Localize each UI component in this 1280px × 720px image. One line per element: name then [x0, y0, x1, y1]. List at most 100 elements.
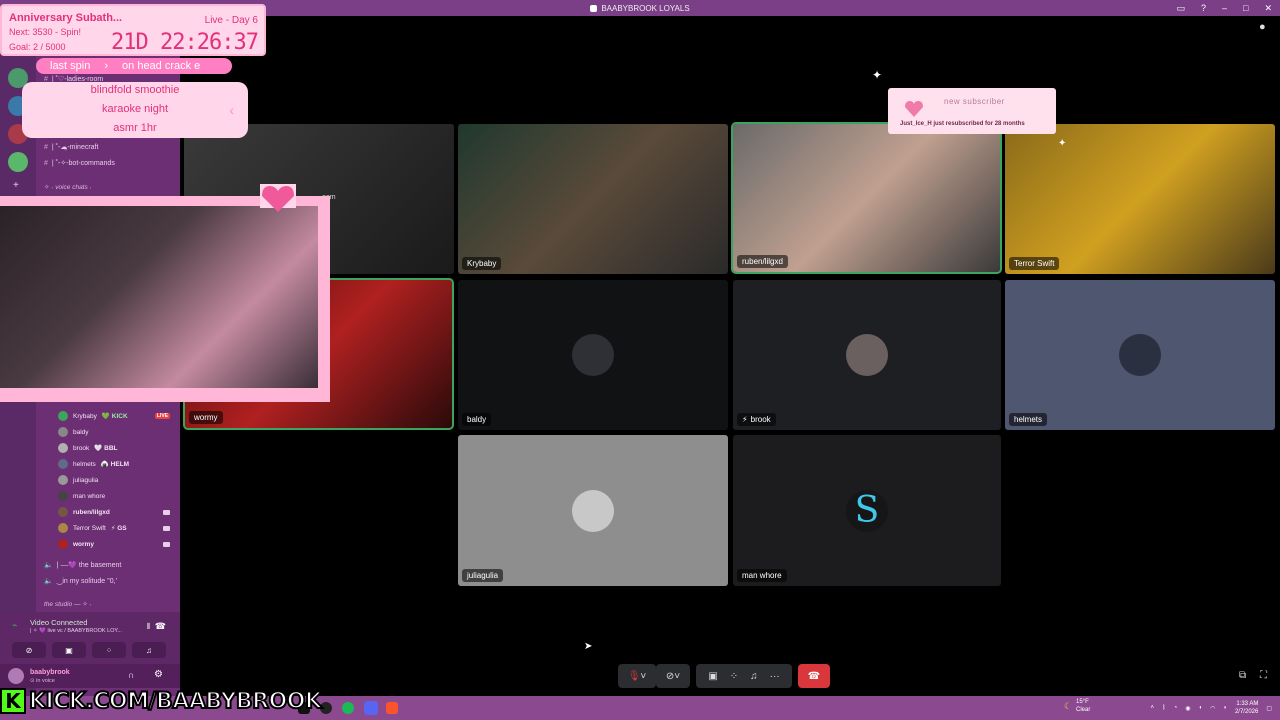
inbox-icon[interactable]: ▭: [1176, 3, 1185, 14]
help-icon[interactable]: ?: [1201, 3, 1206, 13]
counter-goal: Goal: 2 / 5000: [9, 42, 66, 52]
voice-channel-item[interactable]: 🔈 | ––💜 the basement: [44, 561, 121, 569]
weather-widget[interactable]: ☾ 15°F Clear: [1064, 698, 1090, 714]
tile-label: juliagulia: [462, 569, 504, 582]
chat-icon[interactable]: ●: [1259, 21, 1266, 33]
server-icon[interactable]: [8, 152, 28, 172]
spin-item: karaoke night: [101, 103, 169, 115]
clock[interactable]: 1:33 AM 2/7/2026: [1235, 700, 1258, 716]
speaker-icon: 🔈: [44, 578, 53, 585]
voice-user-wormy[interactable]: wormy: [58, 538, 170, 550]
webcam-frame: [0, 196, 330, 402]
video-tile-krybaby[interactable]: Krybaby: [458, 124, 728, 274]
moon-icon: ☾: [1064, 701, 1073, 711]
mute-button[interactable]: 🎙 ˅: [618, 664, 656, 688]
window-title: BAABYBROOK LOYALS: [590, 3, 690, 13]
voice-user-terror-swift[interactable]: Terror Swift ⚡ GS: [58, 522, 170, 534]
signal-icon[interactable]: ⌁: [12, 620, 17, 631]
username: baabybrook: [30, 669, 70, 676]
volume-icon[interactable]: ◗: [1223, 705, 1227, 711]
avatar: [58, 523, 68, 533]
soundboard-icon[interactable]: ♫: [750, 671, 758, 682]
video-tile-helmets[interactable]: helmets: [1005, 280, 1275, 430]
voice-user-helmets[interactable]: helmets 🍙 HELM: [58, 458, 170, 470]
video-tile-ruben[interactable]: ruben/lilgxd: [731, 122, 1002, 274]
voice-channel-item[interactable]: 🔈 ‿in my solitude ''0,': [44, 577, 117, 585]
maximize-button[interactable]: □: [1243, 3, 1248, 13]
noise-suppression-icon[interactable]: ⫴: [147, 622, 150, 632]
alert-title: new subscriber: [944, 97, 1005, 106]
video-tile-terror-swift[interactable]: Terror Swift: [1005, 124, 1275, 274]
popout-icon[interactable]: ⧉: [1239, 670, 1246, 681]
speaker-icon: 🔈: [44, 562, 53, 569]
webcam-feed: [0, 206, 318, 388]
activities-button[interactable]: ⁘: [92, 642, 126, 658]
voice-user-brook[interactable]: brook 🤍 BBL: [58, 442, 170, 454]
camera-off-button[interactable]: ⊘: [12, 642, 46, 658]
add-server-icon[interactable]: +: [13, 180, 19, 191]
video-tile-juliagulia[interactable]: juliagulia: [458, 435, 728, 586]
pixel-heart-icon: [260, 184, 296, 212]
window-title-text: BAABYBROOK LOYALS: [601, 3, 690, 13]
tile-label: ruben/lilgxd: [737, 255, 788, 268]
hash-icon: #: [44, 160, 48, 167]
notification-icon[interactable]: ▢: [1266, 705, 1272, 712]
more-icon[interactable]: ···: [770, 671, 780, 682]
bluetooth-icon[interactable]: ᛒ: [1162, 705, 1166, 711]
voice-status: Video Connected: [30, 618, 88, 627]
channel-item[interactable]: # | ˚-✧-bot-commands: [44, 159, 115, 167]
avatar: [58, 411, 68, 421]
speaker-tray-icon[interactable]: ◖: [1198, 705, 1202, 711]
hang-up-button[interactable]: ☎: [798, 664, 830, 688]
avatar: [58, 475, 68, 485]
chevron-up-icon[interactable]: ˄: [1150, 705, 1154, 711]
network-icon[interactable]: ◔: [1174, 705, 1178, 711]
voice-user-juliagulia[interactable]: juliagulia: [58, 474, 170, 486]
voice-user-man-whore[interactable]: man whore: [58, 490, 170, 502]
last-spin-bar: last spin › on head crack e: [36, 58, 232, 74]
counter-timer: 21D 22:26:37: [111, 30, 259, 55]
activities-icon[interactable]: ⁘: [730, 671, 738, 682]
video-tile-baldy[interactable]: baldy: [458, 280, 728, 430]
avatar: [846, 334, 888, 376]
close-button[interactable]: ✕: [1264, 3, 1272, 14]
action-bar: ▣ ⁘ ♫ ···: [696, 664, 792, 688]
avatar[interactable]: [8, 668, 24, 684]
headphones-icon[interactable]: ∩: [128, 670, 134, 680]
wifi-icon[interactable]: ◠: [1210, 705, 1215, 712]
tile-label: wormy: [189, 411, 223, 424]
minimize-button[interactable]: –: [1222, 3, 1227, 13]
channel-item[interactable]: # | ˚-☁̤-minecraft: [44, 143, 98, 151]
fullscreen-icon[interactable]: ⛶: [1260, 670, 1267, 681]
camera-off-icon: ⊘: [665, 670, 675, 682]
disconnect-icon[interactable]: ☎: [155, 621, 166, 632]
camera-button[interactable]: ⊘ ˅: [656, 664, 690, 688]
screen-share-button[interactable]: ▣: [52, 642, 86, 658]
settings-gear-icon[interactable]: ⚙: [154, 669, 163, 680]
screen-share-icon[interactable]: ▣: [708, 671, 717, 682]
soundboard-button[interactable]: ♫: [132, 642, 166, 658]
discord-tray-icon[interactable]: ◉: [1185, 705, 1190, 712]
tile-label: baldy: [462, 413, 492, 426]
avatar: [58, 507, 68, 517]
studio-section-header[interactable]: the studio — ✧ ˖: [44, 600, 92, 608]
spin-item: asmr 1hr: [113, 122, 157, 134]
camera-icon: [163, 509, 170, 515]
brave-icon[interactable]: [386, 702, 398, 714]
kick-logo-icon: K: [0, 688, 26, 714]
video-tile-brook[interactable]: ⚡ brook: [733, 280, 1001, 430]
video-tile-man-whore[interactable]: S man whore: [733, 435, 1001, 586]
voice-user-ruben[interactable]: ruben/lilgxd: [58, 506, 170, 518]
counter-title: Anniversary Subath...: [9, 12, 123, 24]
voice-chats-section-header[interactable]: ✧ ˖ voice chats ˖: [44, 183, 92, 191]
tile-label: helmets: [1009, 413, 1048, 426]
voice-user-baldy[interactable]: baldy: [58, 426, 170, 438]
discord-taskbar-icon[interactable]: [364, 701, 378, 715]
voice-user-krybaby[interactable]: Krybaby 💚 KICK LIVE: [58, 410, 170, 422]
chevron-right-icon: ›: [104, 60, 109, 72]
sparkle-icon: ✦: [872, 68, 883, 82]
chevron-left-icon: ‹: [229, 102, 234, 118]
spotify-icon[interactable]: [342, 702, 354, 714]
window-controls: ▭ ? – □ ✕: [1176, 0, 1272, 16]
voice-channel-link[interactable]: | ✧ 💜 live vc / BAABYBROOK LOY...: [30, 628, 122, 634]
